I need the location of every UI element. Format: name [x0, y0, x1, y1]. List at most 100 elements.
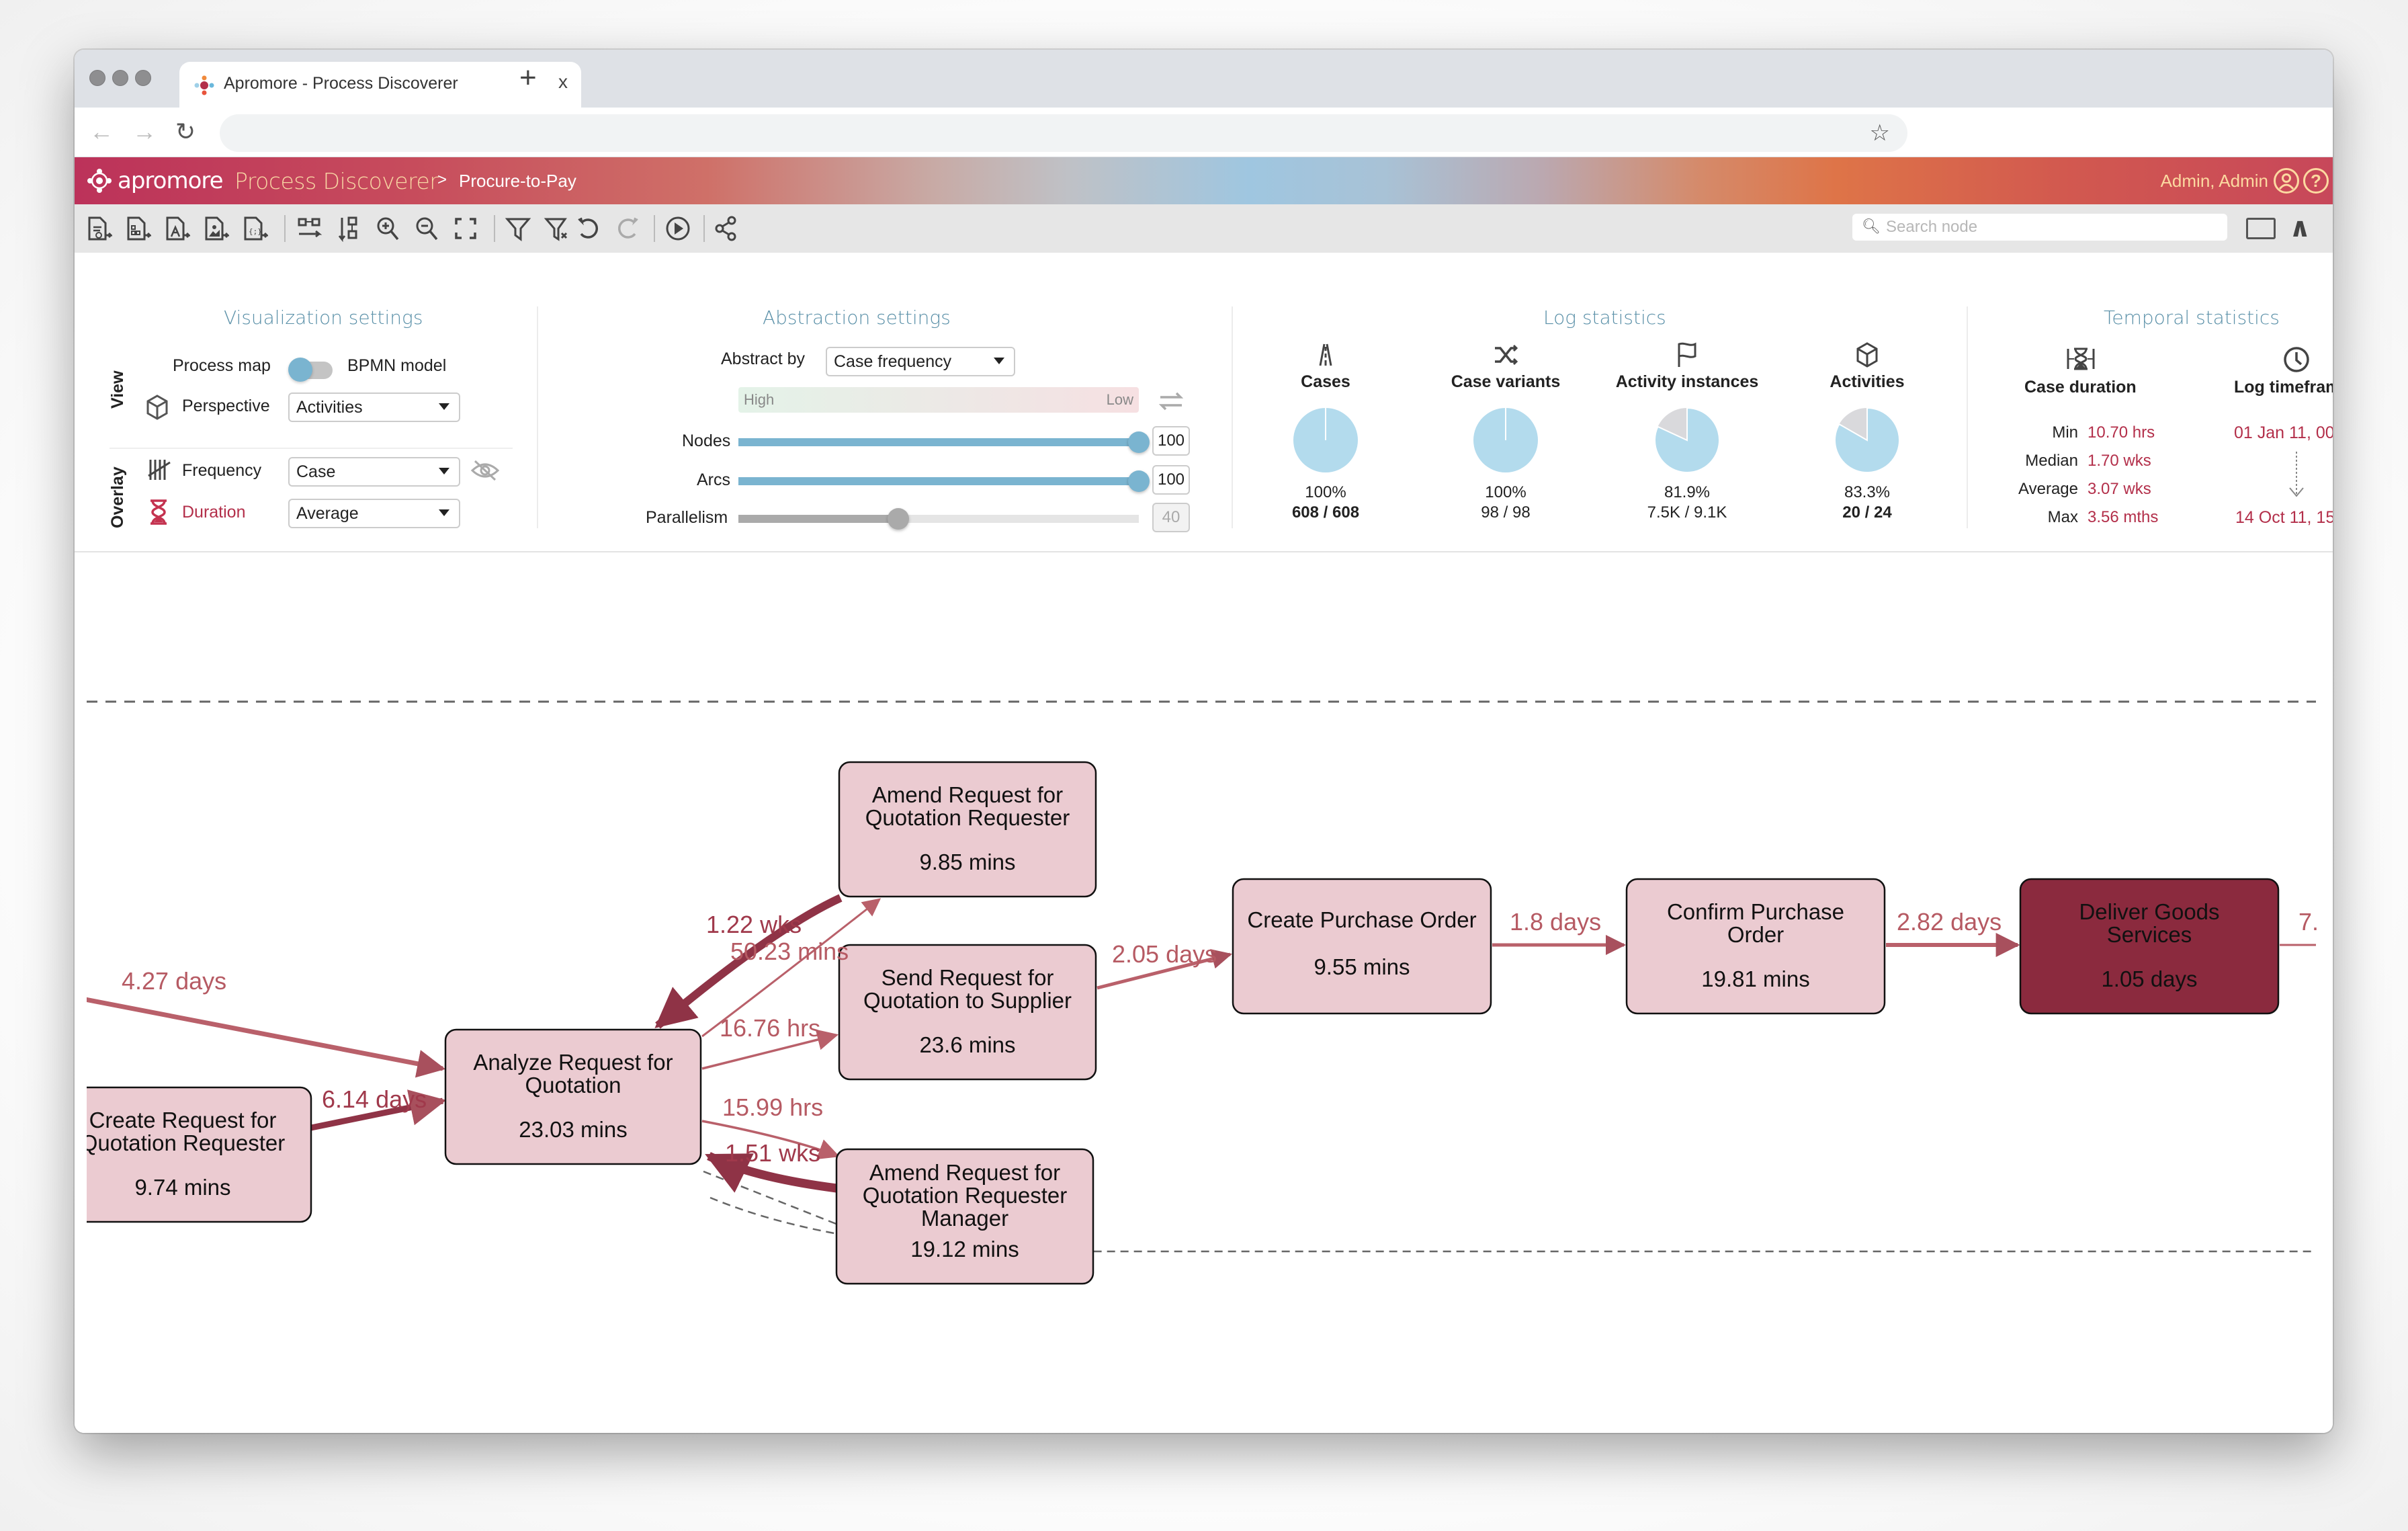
toolbar-separator — [703, 215, 705, 242]
tab-title: Apromore - Process Discoverer — [224, 74, 458, 93]
activity-node-analyze-rfq[interactable]: Analyze Request forQuotation 23.03 mins — [444, 1028, 702, 1165]
zoom-out-icon[interactable] — [413, 215, 440, 242]
abstract-by-select[interactable]: Case frequency — [826, 347, 1015, 376]
node-box[interactable] — [1232, 878, 1492, 1015]
case-variants-label: Case variants — [1451, 372, 1561, 391]
case-duration-median: Median 1.70 wks — [1991, 452, 2151, 470]
collapse-panel-icon[interactable]: ∧ — [2289, 212, 2311, 243]
user-name[interactable]: Admin, Admin — [2161, 171, 2268, 192]
stat-key: Max — [2047, 508, 2078, 526]
activity-node-deliver[interactable]: Deliver GoodsServices 1.05 days — [2019, 878, 2280, 1015]
help-icon[interactable]: ? — [2303, 168, 2329, 194]
share-icon[interactable] — [713, 215, 740, 242]
arc-duration-label: 2.05 days — [1112, 940, 1217, 968]
arc-duration-label: 50.23 mins — [730, 938, 849, 965]
layout-vertical-icon[interactable] — [335, 215, 362, 242]
forward-button[interactable]: → — [132, 118, 157, 145]
duration-select[interactable]: Average — [288, 499, 460, 528]
arcs-value-input[interactable]: 100 — [1152, 465, 1190, 495]
parallelism-slider-thumb[interactable] — [888, 508, 910, 530]
node-duration: 19.81 mins — [1701, 966, 1809, 991]
node-label: Send Request for — [882, 965, 1054, 990]
log-timeframe-label: Log timeframe — [2234, 378, 2333, 397]
export-diagram-icon[interactable] — [124, 215, 151, 242]
log-stat-activity-instances: Activity instances 81.9% 7.5K / 9.1K — [1613, 341, 1761, 522]
activity-node-amend-rfq-mgr[interactable]: Amend Request forQuotation RequesterMana… — [835, 1148, 1094, 1285]
desktop-background: Apromore - Process Discoverer x + ← → ↻ … — [0, 0, 2408, 1531]
keyboard-shortcuts-icon[interactable] — [2246, 218, 2276, 239]
activity-node-amend-rfq-req[interactable]: Amend Request forQuotation Requester 9.85… — [838, 761, 1097, 898]
bookmark-star-icon[interactable]: ☆ — [1870, 120, 1890, 147]
filter-icon[interactable] — [505, 215, 531, 242]
arc-duration-label: 1.51 wks — [725, 1139, 820, 1167]
layout-horizontal-icon[interactable] — [296, 215, 323, 242]
frequency-value: Case — [296, 462, 336, 481]
arcs-slider-thumb[interactable] — [1128, 470, 1150, 492]
arc-duration-label: 1.8 days — [1510, 908, 1601, 936]
breadcrumb-separator: > — [437, 171, 447, 189]
case-duration-min: Min 10.70 hrs — [1991, 423, 2155, 442]
activity-node-create-rfq[interactable]: Create Request forQuotation Requester 9.7… — [75, 1086, 312, 1223]
activity-node-send-rfq[interactable]: Send Request forQuotation to Supplier 23.… — [838, 944, 1097, 1081]
frequency-select[interactable]: Case — [288, 457, 460, 487]
activity-node-create-po[interactable]: Create Purchase Order 9.55 mins — [1232, 878, 1492, 1015]
chevron-down-icon — [439, 509, 449, 516]
export-image-icon[interactable] — [202, 215, 229, 242]
svg-text:{;}: {;} — [249, 227, 262, 236]
export-json-icon[interactable]: {;} — [241, 215, 268, 242]
new-tab-button[interactable]: + — [519, 63, 537, 93]
window-maximize-button[interactable] — [135, 70, 151, 86]
section-divider — [1967, 306, 1968, 528]
parallelism-slider[interactable] — [738, 508, 1139, 530]
cases-icon — [1252, 341, 1400, 368]
nodes-slider-thumb[interactable] — [1128, 431, 1150, 453]
window-close-button[interactable] — [89, 70, 105, 86]
search-node-input[interactable] — [1886, 216, 2215, 238]
apromore-logo[interactable]: apromore — [87, 167, 224, 194]
window-minimize-button[interactable] — [112, 70, 128, 86]
nodes-slider[interactable] — [738, 431, 1150, 453]
reload-button[interactable]: ↻ — [175, 118, 196, 145]
view-mode-toggle[interactable] — [288, 358, 333, 382]
parallelism-value-input: 40 — [1152, 503, 1190, 532]
redo-icon[interactable] — [613, 215, 640, 242]
search-node-field[interactable]: 🔍︎ — [1852, 214, 2227, 241]
node-label: Amend Request for — [872, 782, 1063, 807]
user-account-icon[interactable] — [2274, 168, 2299, 194]
tab-close-icon[interactable]: x — [558, 71, 568, 93]
bpmn-model-label: BPMN model — [347, 356, 447, 375]
perspective-select[interactable]: Activities — [288, 392, 460, 422]
node-duration: 1.05 days — [2101, 966, 2197, 991]
export-bpmn-icon[interactable] — [85, 215, 112, 242]
zoom-in-icon[interactable] — [374, 215, 401, 242]
hide-overlay-eye-icon[interactable] — [470, 458, 501, 483]
node-label: Quotation — [525, 1073, 621, 1098]
case-duration-label: Case duration — [2024, 378, 2137, 397]
stat-value: 3.07 wks — [2088, 480, 2151, 498]
transition-arc[interactable] — [75, 995, 446, 1078]
animate-play-icon[interactable] — [664, 215, 691, 242]
activity-instances-label: Activity instances — [1615, 372, 1759, 391]
export-pdf-icon[interactable] — [163, 215, 190, 242]
process-map-graph[interactable]: Create Request forQuotation Requester9.7… — [75, 552, 2333, 1433]
node-label: Quotation Requester — [81, 1130, 286, 1155]
swap-direction-icon[interactable] — [1158, 391, 1185, 411]
log-stat-activities: Activities 83.3% 20 / 24 — [1793, 341, 1941, 522]
node-label: Analyze Request for — [473, 1050, 673, 1075]
section-divider — [110, 448, 513, 449]
stat-key: Min — [2052, 423, 2078, 442]
nodes-value-input[interactable]: 100 — [1152, 426, 1190, 456]
arc-duration-label: 7. — [2298, 908, 2319, 936]
breadcrumb-log-name[interactable]: Procure-to-Pay — [459, 171, 576, 192]
url-input[interactable]: ☆ — [220, 114, 1907, 152]
perspective-cube-icon — [146, 395, 168, 420]
arcs-slider[interactable] — [738, 470, 1150, 492]
low-label: Low — [1106, 391, 1133, 408]
temporal-statistics-title: Temporal statistics — [2104, 306, 2280, 329]
fit-screen-icon[interactable] — [452, 215, 479, 242]
clear-filter-icon[interactable] — [544, 215, 570, 242]
process-map-canvas[interactable]: Create Request for Quotation Requester 9.7… — [75, 552, 2333, 1433]
activity-node-confirm-po[interactable]: Confirm PurchaseOrder 19.81 mins — [1625, 878, 1886, 1015]
back-button[interactable]: ← — [89, 118, 114, 145]
undo-icon[interactable] — [576, 215, 603, 242]
